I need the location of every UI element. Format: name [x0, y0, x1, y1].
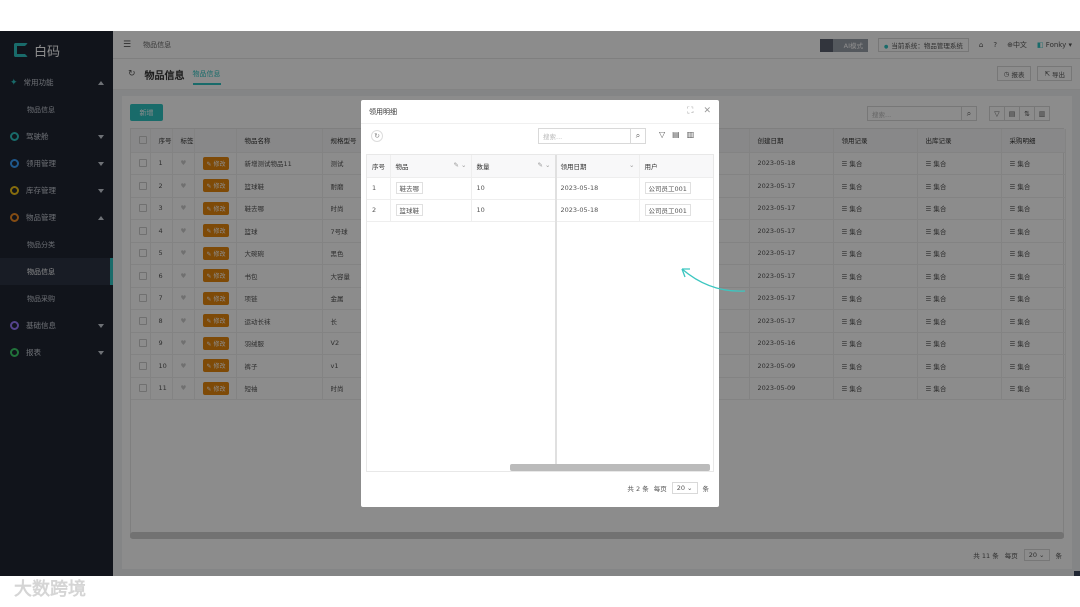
- close-icon[interactable]: ✕: [703, 106, 711, 116]
- col-header-no: 序号: [367, 155, 391, 178]
- borrow-detail-modal: 领用明细 ⛶ ✕ ↻ 搜索... ⌕ ▽ ▤ ▥ 序号 物品 ✎ ⌄ 数量 ✎ …: [361, 100, 719, 507]
- modal-pagination: 共 2 条 每页 20 ⌄ 条: [627, 482, 709, 494]
- app-frame: 白码 ✦ 常用功能 物品信息 驾驶舱 领用管理 库存管理 物品管理 物品分类 物…: [0, 31, 1080, 576]
- modal-title: 领用明细: [361, 100, 719, 124]
- chevron-down-icon[interactable]: ⌄: [629, 161, 634, 169]
- search-icon[interactable]: ⌕: [630, 129, 645, 143]
- annotation-arrow-icon: [681, 268, 746, 292]
- modal-table: 序号 物品 ✎ ⌄ 数量 ✎ ⌄ 领用日期 ⌄ 用户 1 鞋去哪 10 2023…: [366, 154, 714, 472]
- table-row[interactable]: 2 篮球鞋 10 2023-05-18 公司员工001: [367, 199, 713, 222]
- frozen-column-divider: [555, 155, 557, 471]
- pin-icon[interactable]: ✎ ⌄: [538, 161, 551, 169]
- col-header-date[interactable]: 领用日期 ⌄: [555, 155, 640, 178]
- modal-table-header: 序号 物品 ✎ ⌄ 数量 ✎ ⌄ 领用日期 ⌄ 用户: [367, 155, 713, 178]
- watermark: 大数跨境: [14, 579, 86, 600]
- col-header-qty[interactable]: 数量 ✎ ⌄: [471, 155, 556, 178]
- side-tab[interactable]: [1074, 571, 1080, 576]
- table-row[interactable]: 1 鞋去哪 10 2023-05-18 公司员工001: [367, 177, 713, 200]
- col-header-user[interactable]: 用户: [639, 155, 713, 178]
- col-header-item[interactable]: 物品 ✎ ⌄: [390, 155, 472, 178]
- page-size-select[interactable]: 20 ⌄: [671, 482, 698, 494]
- columns-icon[interactable]: ▤: [672, 130, 680, 139]
- modal-search-input[interactable]: 搜索... ⌕: [538, 128, 646, 144]
- pin-icon[interactable]: ✎ ⌄: [454, 161, 467, 169]
- refresh-icon[interactable]: ↻: [371, 130, 383, 142]
- horizontal-scrollbar[interactable]: [510, 464, 710, 471]
- filter-icon[interactable]: ▽: [659, 130, 665, 139]
- chart-icon[interactable]: ▥: [687, 130, 695, 139]
- fullscreen-icon[interactable]: ⛶: [687, 106, 693, 116]
